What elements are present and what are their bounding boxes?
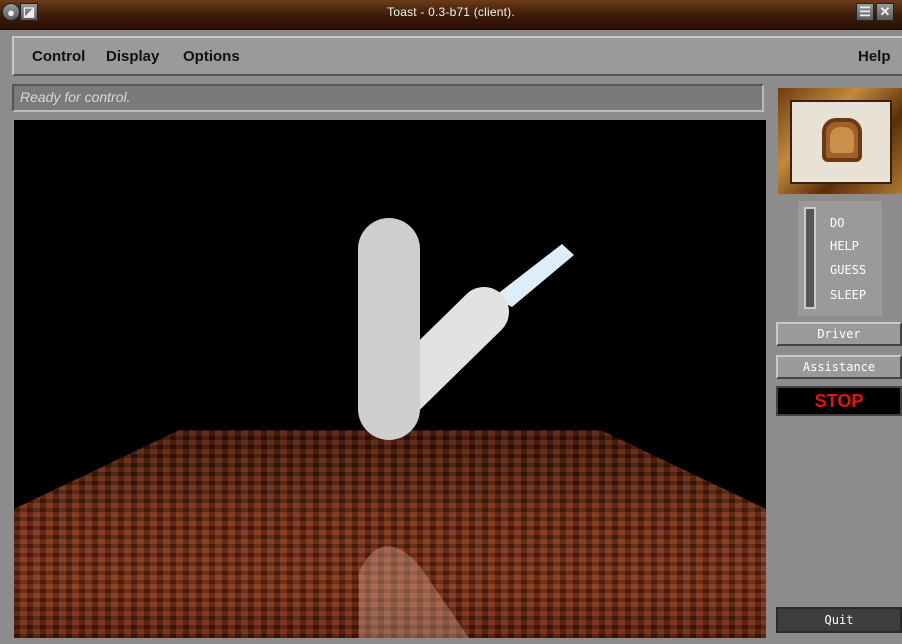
quit-button[interactable]: Quit bbox=[776, 607, 902, 633]
command-do[interactable]: DO bbox=[830, 216, 844, 230]
window-title: Toast - 0.3-b71 (client). bbox=[387, 5, 515, 19]
stop-button[interactable]: STOP bbox=[776, 386, 902, 416]
arm-upper bbox=[358, 218, 420, 440]
command-slider[interactable] bbox=[804, 207, 816, 309]
3d-viewport[interactable] bbox=[14, 120, 766, 638]
status-line: Ready for control. bbox=[12, 84, 764, 112]
title-bar: ● ◪ Toast - 0.3-b71 (client). ☰ ✕ bbox=[0, 0, 902, 30]
maximize-icon[interactable]: ☰ bbox=[856, 3, 874, 21]
menu-help[interactable]: Help bbox=[858, 48, 891, 65]
menu-control[interactable]: Control bbox=[32, 48, 85, 65]
assistance-button[interactable]: Assistance bbox=[776, 355, 902, 379]
toast-portrait bbox=[778, 88, 902, 194]
driver-button[interactable]: Driver bbox=[776, 322, 902, 346]
portrait-canvas bbox=[790, 100, 892, 184]
close-icon[interactable]: ✕ bbox=[876, 3, 894, 21]
robot-arm-render bbox=[358, 218, 574, 638]
command-sleep[interactable]: SLEEP bbox=[830, 288, 866, 302]
command-list: DO HELP GUESS SLEEP bbox=[798, 201, 882, 316]
menu-bar: Control Display Options Help bbox=[12, 36, 902, 76]
menu-options[interactable]: Options bbox=[183, 48, 240, 65]
toast-icon bbox=[822, 118, 862, 162]
arm-reflection bbox=[359, 546, 469, 638]
command-guess[interactable]: GUESS bbox=[830, 263, 866, 277]
menu-display[interactable]: Display bbox=[106, 48, 159, 65]
command-help[interactable]: HELP bbox=[830, 239, 859, 253]
